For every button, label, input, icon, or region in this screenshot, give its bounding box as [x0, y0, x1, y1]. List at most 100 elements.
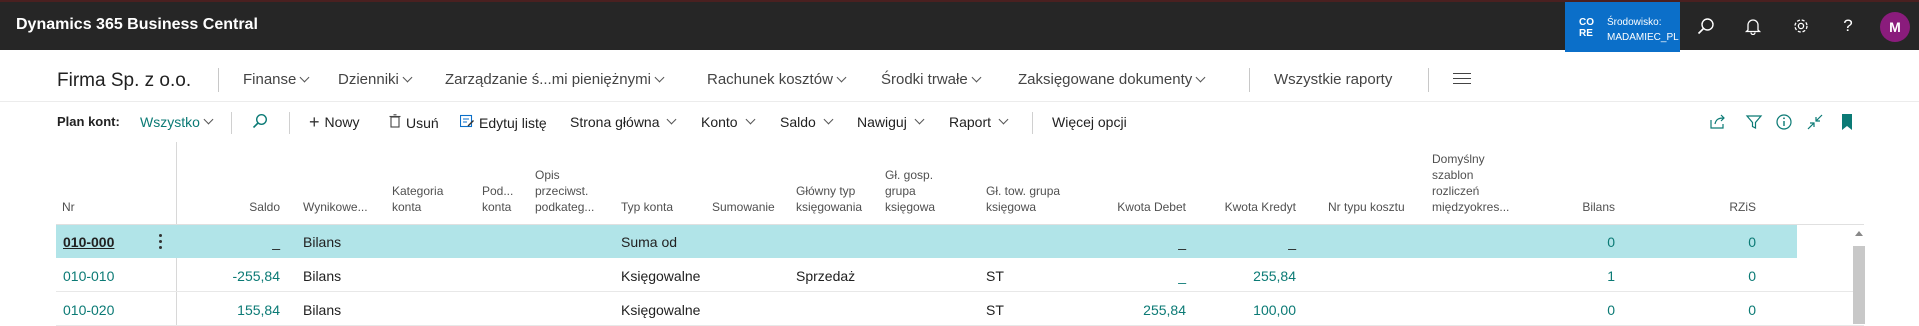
cell-rzis: 0 [1748, 302, 1756, 318]
view-filter-dropdown[interactable]: Wszystko [140, 114, 214, 130]
nav-item-cash-management[interactable]: Zarządzanie ś...mi pieniężnymi [445, 71, 665, 88]
share-icon[interactable] [1709, 113, 1727, 131]
chevron-down-icon [998, 114, 1009, 124]
edit-list-button[interactable]: Edytuj listę [459, 114, 547, 131]
new-label: Nowy [324, 114, 360, 130]
column-header-kategoria[interactable]: Kategoria konta [392, 183, 452, 215]
gear-icon[interactable] [1789, 14, 1813, 38]
column-header-sumowanie[interactable]: Sumowanie [712, 199, 775, 215]
vertical-scrollbar[interactable] [1852, 228, 1866, 326]
nav-item-posted-documents[interactable]: Zaksięgowane dokumenty [1018, 71, 1206, 88]
cell-typ: Suma od [621, 234, 678, 250]
table-row[interactable]: 010-010 -255,84 Bilans Księgowalne Sprze… [56, 259, 1864, 292]
cell-kredyt[interactable]: 100,00 [1236, 302, 1296, 318]
hamburger-menu-icon[interactable] [1453, 73, 1471, 85]
nav-item-label: Rachunek kosztów [707, 71, 833, 88]
cell-bilans: 0 [1607, 234, 1615, 250]
nav-item-cost-accounting[interactable]: Rachunek kosztów [707, 71, 847, 88]
action-separator [1032, 112, 1033, 134]
cell-typ: Księgowalne [621, 302, 701, 318]
nav-item-label: Środki trwałe [881, 71, 968, 88]
column-header-wynikowe[interactable]: Wynikowe... [303, 199, 378, 215]
column-header-debet[interactable]: Kwota Debet [1106, 199, 1186, 215]
environment-caption: Środowisko: [1607, 17, 1662, 28]
chevron-down-icon [666, 114, 676, 124]
column-header-podkonta[interactable]: Pod... konta [482, 183, 522, 215]
cell-bilans: 0 [1607, 302, 1615, 318]
environment-badge[interactable]: CO RE Środowisko: MADAMIEC_PL [1565, 2, 1680, 52]
bookmark-icon[interactable] [1838, 113, 1856, 131]
nav-item-all-reports[interactable]: Wszystkie raporty [1274, 71, 1392, 88]
account-menu-label: Konto [701, 114, 738, 130]
grid-header: Nr Saldo Wynikowe... Kategoria konta Pod… [56, 142, 1864, 224]
navigation-bar: Firma Sp. z o.o. Finanse Dzienniki Zarzą… [0, 50, 1919, 102]
company-name[interactable]: Firma Sp. z o.o. [57, 70, 191, 92]
column-header-saldo[interactable]: Saldo [246, 199, 280, 215]
filter-icon[interactable] [1745, 113, 1763, 131]
cell-nr[interactable]: 010-020 [63, 302, 114, 318]
nav-item-fixed-assets[interactable]: Środki trwałe [881, 71, 982, 88]
chevron-down-icon [299, 72, 310, 83]
cell-bilans: 1 [1607, 268, 1615, 284]
nav-item-dzienniki[interactable]: Dzienniki [338, 71, 413, 88]
column-header-typ[interactable]: Typ konta [621, 199, 673, 215]
column-header-bilans[interactable]: Bilans [1556, 199, 1615, 215]
cell-nr[interactable]: 010-000 [63, 234, 114, 250]
cell-nr[interactable]: 010-010 [63, 268, 114, 284]
nav-item-label: Zarządzanie ś...mi pieniężnymi [445, 71, 651, 88]
cell-saldo[interactable]: -255,84 [226, 268, 280, 284]
account-menu[interactable]: Konto [701, 114, 756, 130]
navigate-menu-label: Nawiguj [857, 114, 907, 130]
column-header-nr-typu[interactable]: Nr typu kosztu [1328, 199, 1405, 215]
more-options-button[interactable]: Więcej opcji [1052, 114, 1127, 130]
nav-item-finanse[interactable]: Finanse [243, 71, 310, 88]
cell-kredyt[interactable]: 255,84 [1236, 268, 1296, 284]
row-actions-icon[interactable] [159, 233, 163, 249]
action-bar: Plan kont: Wszystko + Nowy Usuń Edytuj li… [0, 102, 1919, 140]
column-header-gl-gosp[interactable]: Gł. gosp. grupa księgowa [885, 167, 943, 215]
balance-menu[interactable]: Saldo [780, 114, 834, 130]
report-menu[interactable]: Raport [949, 114, 1009, 130]
scrollbar-thumb[interactable] [1853, 246, 1865, 324]
nav-item-label: Zaksięgowane dokumenty [1018, 71, 1193, 88]
trash-icon [389, 114, 401, 131]
cell-gl-tow: ST [986, 268, 1004, 284]
app-title[interactable]: Dynamics 365 Business Central [16, 16, 258, 34]
table-row[interactable]: 010-020 155,84 Bilans Księgowalne ST 255… [56, 293, 1864, 326]
chevron-down-icon [914, 114, 925, 124]
navigate-menu[interactable]: Nawiguj [857, 114, 925, 130]
cell-saldo: _ [272, 234, 280, 250]
balance-menu-label: Saldo [780, 114, 816, 130]
cell-debet[interactable]: 255,84 [1126, 302, 1186, 318]
cell-typ: Księgowalne [621, 268, 701, 284]
chevron-down-icon [823, 114, 834, 124]
home-menu[interactable]: Strona główna [570, 114, 676, 130]
table-row[interactable]: 010-000 _ Bilans Suma od _ _ 0 0 [56, 225, 1797, 258]
cell-wynikowe: Bilans [303, 302, 342, 318]
environment-label: Środowisko: MADAMIEC_PL [1607, 15, 1679, 45]
column-header-nr[interactable]: Nr [62, 199, 75, 215]
column-header-szablon[interactable]: Domyślny szablon rozliczeń międzyokres..… [1432, 151, 1517, 215]
cell-saldo[interactable]: 155,84 [226, 302, 280, 318]
delete-button[interactable]: Usuń [389, 114, 439, 131]
column-header-gl-tow[interactable]: Gł. tow. grupa księgowa [986, 183, 1066, 215]
chevron-down-icon [402, 72, 413, 83]
plus-icon: + [309, 112, 320, 132]
nav-separator [1428, 68, 1429, 92]
collapse-icon[interactable] [1806, 113, 1824, 131]
nav-separator [218, 68, 219, 92]
scroll-up-icon[interactable] [1855, 231, 1863, 236]
avatar[interactable]: M [1880, 12, 1910, 42]
delete-label: Usuń [406, 114, 439, 131]
info-icon[interactable] [1775, 113, 1793, 131]
bell-icon[interactable] [1741, 14, 1765, 38]
column-header-glowny-typ[interactable]: Główny typ księgowania [796, 183, 871, 215]
column-header-kredyt[interactable]: Kwota Kredyt [1206, 199, 1296, 215]
search-icon[interactable] [252, 113, 268, 129]
search-icon[interactable] [1694, 14, 1718, 38]
column-header-rzis[interactable]: RZiS [1696, 199, 1756, 215]
column-header-opis[interactable]: Opis przeciwst. podkateg... [535, 167, 601, 215]
help-icon[interactable]: ? [1836, 14, 1860, 38]
new-button[interactable]: + Nowy [309, 112, 360, 132]
cell-debet[interactable]: _ [1136, 268, 1186, 284]
